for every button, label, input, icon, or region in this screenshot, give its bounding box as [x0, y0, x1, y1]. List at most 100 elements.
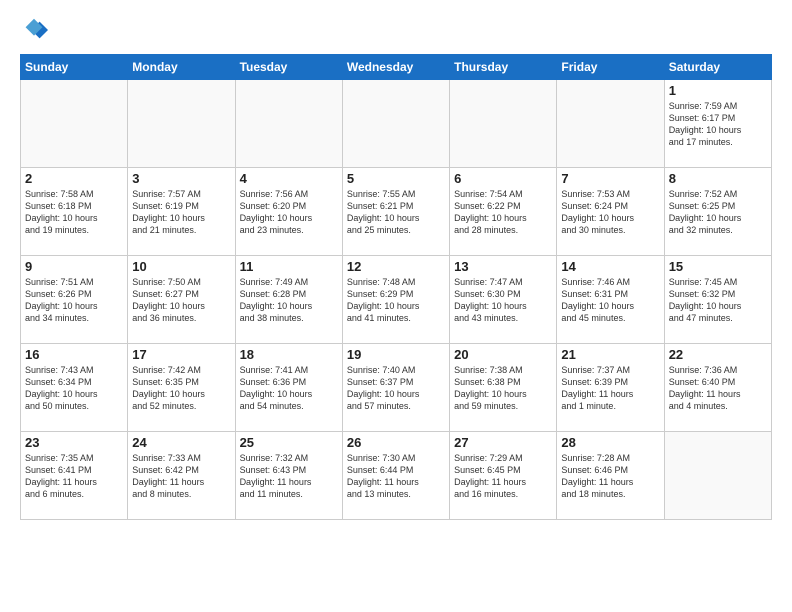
day-number: 11	[240, 259, 338, 274]
calendar-cell: 27 Sunrise: 7:29 AM Sunset: 6:45 PM Dayli…	[450, 432, 557, 520]
day-number: 7	[561, 171, 659, 186]
calendar-cell: 26Sunrise: 7:30 AM Sunset: 6:44 PM Dayli…	[342, 432, 449, 520]
day-info: Sunrise: 7:38 AM Sunset: 6:38 PM Dayligh…	[454, 364, 552, 413]
calendar-cell: 28 Sunrise: 7:28 AM Sunset: 6:46 PM Dayli…	[557, 432, 664, 520]
day-number: 24	[132, 435, 230, 450]
calendar-cell	[21, 80, 128, 168]
calendar-cell: 7 Sunrise: 7:53 AM Sunset: 6:24 PM Daylig…	[557, 168, 664, 256]
calendar-cell: 8 Sunrise: 7:52 AM Sunset: 6:25 PM Daylig…	[664, 168, 771, 256]
calendar-cell: 5 Sunrise: 7:55 AM Sunset: 6:21 PM Daylig…	[342, 168, 449, 256]
weekday-header: Tuesday	[235, 55, 342, 80]
calendar-cell: 4Sunrise: 7:56 AM Sunset: 6:20 PM Daylig…	[235, 168, 342, 256]
calendar-cell	[450, 80, 557, 168]
weekday-header: Sunday	[21, 55, 128, 80]
calendar-cell: 24 Sunrise: 7:33 AM Sunset: 6:42 PM Dayli…	[128, 432, 235, 520]
day-info: Sunrise: 7:59 AM Sunset: 6:17 PM Dayligh…	[669, 100, 767, 149]
day-number: 20	[454, 347, 552, 362]
calendar-cell	[235, 80, 342, 168]
page: SundayMondayTuesdayWednesdayThursdayFrid…	[0, 0, 792, 612]
calendar-cell: 17 Sunrise: 7:42 AM Sunset: 6:35 PM Dayli…	[128, 344, 235, 432]
calendar-cell: 12 Sunrise: 7:48 AM Sunset: 6:29 PM Dayli…	[342, 256, 449, 344]
day-number: 17	[132, 347, 230, 362]
day-info: Sunrise: 7:35 AM Sunset: 6:41 PM Dayligh…	[25, 452, 123, 501]
calendar-cell: 11 Sunrise: 7:49 AM Sunset: 6:28 PM Dayli…	[235, 256, 342, 344]
calendar-cell: 25Sunrise: 7:32 AM Sunset: 6:43 PM Dayli…	[235, 432, 342, 520]
day-number: 12	[347, 259, 445, 274]
day-info: Sunrise: 7:32 AM Sunset: 6:43 PM Dayligh…	[240, 452, 338, 501]
day-info: Sunrise: 7:42 AM Sunset: 6:35 PM Dayligh…	[132, 364, 230, 413]
calendar-cell: 15 Sunrise: 7:45 AM Sunset: 6:32 PM Dayli…	[664, 256, 771, 344]
calendar-cell: 1 Sunrise: 7:59 AM Sunset: 6:17 PM Daylig…	[664, 80, 771, 168]
day-number: 22	[669, 347, 767, 362]
weekday-header: Thursday	[450, 55, 557, 80]
calendar-cell	[128, 80, 235, 168]
day-number: 4	[240, 171, 338, 186]
calendar-cell: 14 Sunrise: 7:46 AM Sunset: 6:31 PM Dayli…	[557, 256, 664, 344]
day-info: Sunrise: 7:33 AM Sunset: 6:42 PM Dayligh…	[132, 452, 230, 501]
day-number: 27	[454, 435, 552, 450]
calendar-cell: 2 Sunrise: 7:58 AM Sunset: 6:18 PM Daylig…	[21, 168, 128, 256]
day-number: 8	[669, 171, 767, 186]
day-info: Sunrise: 7:54 AM Sunset: 6:22 PM Dayligh…	[454, 188, 552, 237]
calendar-week-row: 23Sunrise: 7:35 AM Sunset: 6:41 PM Dayli…	[21, 432, 772, 520]
calendar-cell: 19 Sunrise: 7:40 AM Sunset: 6:37 PM Dayli…	[342, 344, 449, 432]
calendar-cell: 3 Sunrise: 7:57 AM Sunset: 6:19 PM Daylig…	[128, 168, 235, 256]
day-number: 6	[454, 171, 552, 186]
weekday-header: Wednesday	[342, 55, 449, 80]
day-info: Sunrise: 7:52 AM Sunset: 6:25 PM Dayligh…	[669, 188, 767, 237]
day-info: Sunrise: 7:48 AM Sunset: 6:29 PM Dayligh…	[347, 276, 445, 325]
day-number: 2	[25, 171, 123, 186]
calendar-week-row: 1 Sunrise: 7:59 AM Sunset: 6:17 PM Daylig…	[21, 80, 772, 168]
calendar-cell	[557, 80, 664, 168]
day-info: Sunrise: 7:57 AM Sunset: 6:19 PM Dayligh…	[132, 188, 230, 237]
calendar-cell: 22 Sunrise: 7:36 AM Sunset: 6:40 PM Dayli…	[664, 344, 771, 432]
day-number: 14	[561, 259, 659, 274]
day-info: Sunrise: 7:47 AM Sunset: 6:30 PM Dayligh…	[454, 276, 552, 325]
day-number: 13	[454, 259, 552, 274]
day-info: Sunrise: 7:51 AM Sunset: 6:26 PM Dayligh…	[25, 276, 123, 325]
weekday-header: Saturday	[664, 55, 771, 80]
calendar-cell: 6 Sunrise: 7:54 AM Sunset: 6:22 PM Daylig…	[450, 168, 557, 256]
day-info: Sunrise: 7:29 AM Sunset: 6:45 PM Dayligh…	[454, 452, 552, 501]
calendar-cell	[664, 432, 771, 520]
day-number: 28	[561, 435, 659, 450]
day-number: 1	[669, 83, 767, 98]
day-number: 18	[240, 347, 338, 362]
day-info: Sunrise: 7:58 AM Sunset: 6:18 PM Dayligh…	[25, 188, 123, 237]
day-info: Sunrise: 7:40 AM Sunset: 6:37 PM Dayligh…	[347, 364, 445, 413]
day-number: 10	[132, 259, 230, 274]
calendar-cell: 16 Sunrise: 7:43 AM Sunset: 6:34 PM Dayli…	[21, 344, 128, 432]
day-info: Sunrise: 7:53 AM Sunset: 6:24 PM Dayligh…	[561, 188, 659, 237]
day-info: Sunrise: 7:55 AM Sunset: 6:21 PM Dayligh…	[347, 188, 445, 237]
day-number: 9	[25, 259, 123, 274]
calendar-cell: 18 Sunrise: 7:41 AM Sunset: 6:36 PM Dayli…	[235, 344, 342, 432]
calendar-cell: 21 Sunrise: 7:37 AM Sunset: 6:39 PM Dayli…	[557, 344, 664, 432]
calendar-cell: 20 Sunrise: 7:38 AM Sunset: 6:38 PM Dayli…	[450, 344, 557, 432]
calendar-cell	[342, 80, 449, 168]
day-info: Sunrise: 7:50 AM Sunset: 6:27 PM Dayligh…	[132, 276, 230, 325]
header	[20, 16, 772, 44]
day-number: 16	[25, 347, 123, 362]
day-info: Sunrise: 7:28 AM Sunset: 6:46 PM Dayligh…	[561, 452, 659, 501]
day-info: Sunrise: 7:45 AM Sunset: 6:32 PM Dayligh…	[669, 276, 767, 325]
weekday-header-row: SundayMondayTuesdayWednesdayThursdayFrid…	[21, 55, 772, 80]
day-number: 5	[347, 171, 445, 186]
logo-icon	[20, 16, 48, 44]
day-info: Sunrise: 7:30 AM Sunset: 6:44 PM Dayligh…	[347, 452, 445, 501]
day-info: Sunrise: 7:49 AM Sunset: 6:28 PM Dayligh…	[240, 276, 338, 325]
weekday-header: Friday	[557, 55, 664, 80]
calendar-cell: 13 Sunrise: 7:47 AM Sunset: 6:30 PM Dayli…	[450, 256, 557, 344]
day-number: 21	[561, 347, 659, 362]
calendar-table: SundayMondayTuesdayWednesdayThursdayFrid…	[20, 54, 772, 520]
day-number: 15	[669, 259, 767, 274]
day-info: Sunrise: 7:46 AM Sunset: 6:31 PM Dayligh…	[561, 276, 659, 325]
day-info: Sunrise: 7:43 AM Sunset: 6:34 PM Dayligh…	[25, 364, 123, 413]
day-number: 19	[347, 347, 445, 362]
day-info: Sunrise: 7:37 AM Sunset: 6:39 PM Dayligh…	[561, 364, 659, 413]
day-info: Sunrise: 7:41 AM Sunset: 6:36 PM Dayligh…	[240, 364, 338, 413]
day-number: 3	[132, 171, 230, 186]
calendar-week-row: 2 Sunrise: 7:58 AM Sunset: 6:18 PM Daylig…	[21, 168, 772, 256]
day-info: Sunrise: 7:36 AM Sunset: 6:40 PM Dayligh…	[669, 364, 767, 413]
calendar-week-row: 9 Sunrise: 7:51 AM Sunset: 6:26 PM Daylig…	[21, 256, 772, 344]
calendar-cell: 9 Sunrise: 7:51 AM Sunset: 6:26 PM Daylig…	[21, 256, 128, 344]
